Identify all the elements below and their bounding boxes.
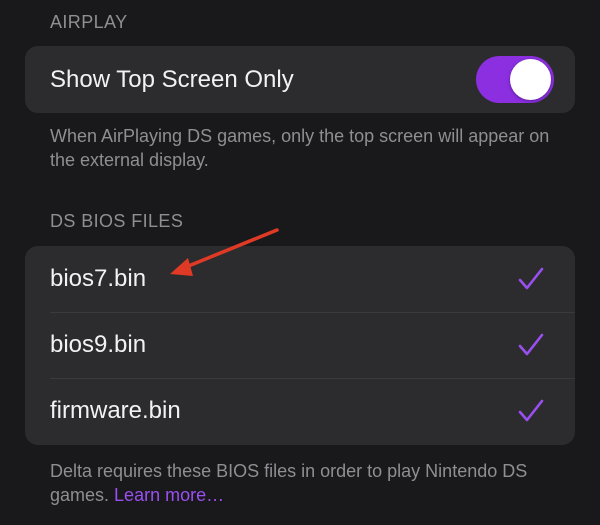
section-header-airplay: AIRPLAY	[50, 12, 128, 32]
bios-file-name: firmware.bin	[50, 397, 181, 424]
show-top-screen-label: Show Top Screen Only	[50, 65, 294, 93]
bios-footer: Delta requires these BIOS files in order…	[50, 459, 550, 507]
bios-files-group: bios7.bin bios9.bin firmware.bin	[25, 246, 575, 445]
checkmark-icon	[518, 267, 544, 290]
bios-file-row[interactable]: firmware.bin	[25, 378, 575, 444]
bios-file-row[interactable]: bios7.bin	[25, 246, 575, 312]
airplay-settings-group: Show Top Screen Only	[25, 46, 575, 113]
bios-file-name: bios9.bin	[50, 331, 147, 358]
section-header-bios: DS BIOS FILES	[50, 211, 184, 231]
bios-file-row[interactable]: bios9.bin	[25, 312, 575, 378]
checkmark-icon	[518, 399, 544, 422]
show-top-screen-row[interactable]: Show Top Screen Only	[25, 46, 575, 113]
checkmark-icon	[518, 333, 544, 356]
airplay-footer: When AirPlaying DS games, only the top s…	[50, 126, 550, 170]
bios-file-name: bios7.bin	[50, 265, 147, 292]
learn-more-link[interactable]: Learn more…	[114, 485, 224, 505]
show-top-screen-toggle[interactable]	[476, 56, 554, 103]
toggle-knob[interactable]	[510, 59, 551, 100]
